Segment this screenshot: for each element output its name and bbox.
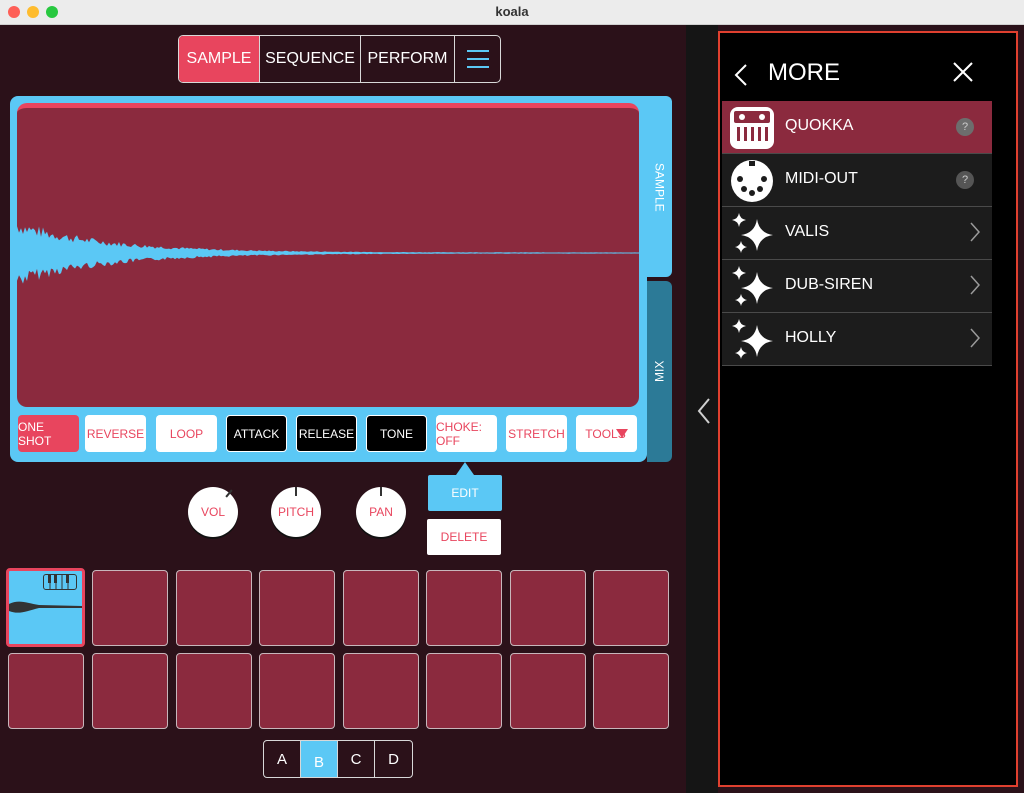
side-tab-sample-label: SAMPLE xyxy=(652,162,667,212)
sparkle-icon xyxy=(732,266,773,306)
tab-sample[interactable]: SAMPLE xyxy=(179,36,260,82)
more-title: MORE xyxy=(768,59,840,86)
bank-d[interactable]: D xyxy=(375,741,412,777)
side-tab-sample[interactable]: SAMPLE xyxy=(647,96,672,277)
tab-sequence[interactable]: SEQUENCE xyxy=(260,36,361,82)
delete-button[interactable]: DELETE xyxy=(427,519,501,555)
pitch-label: PITCH xyxy=(278,505,314,519)
list-item-label: VALIS xyxy=(785,223,830,240)
title-bar: koala xyxy=(0,0,1024,25)
tone-button[interactable]: TONE xyxy=(366,415,427,452)
bank-c[interactable]: C xyxy=(338,741,375,777)
choke-button[interactable]: CHOKE: OFF xyxy=(436,415,497,452)
pad-4[interactable] xyxy=(259,570,335,646)
stretch-button[interactable]: STRETCH xyxy=(506,415,567,452)
list-item-label: DUB-SIREN xyxy=(785,276,874,293)
pitch-knob[interactable]: PITCH xyxy=(271,487,321,537)
pad-15[interactable] xyxy=(510,653,586,729)
side-tab-mix[interactable]: MIX xyxy=(647,281,672,462)
pan-knob[interactable]: PAN xyxy=(356,487,406,537)
edit-button[interactable]: EDIT xyxy=(428,475,502,511)
pad-14[interactable] xyxy=(426,653,502,729)
list-item-holly[interactable]: HOLLY xyxy=(722,313,992,366)
pad-6[interactable] xyxy=(426,570,502,646)
main-area: SAMPLE SEQUENCE PERFORM SAMPLE MIX ONE S… xyxy=(0,25,686,793)
help-icon[interactable]: ? xyxy=(956,171,974,189)
more-list: QUOKKA ? MIDI-OUT ? VALIS DUB-SIREN HOLL… xyxy=(722,101,992,366)
pad-3[interactable] xyxy=(176,570,252,646)
release-button[interactable]: RELEASE xyxy=(296,415,357,452)
window-title: koala xyxy=(495,4,529,19)
pad-8[interactable] xyxy=(593,570,669,646)
sparkle-icon xyxy=(732,213,773,253)
pad-5[interactable] xyxy=(343,570,419,646)
pad-7[interactable] xyxy=(510,570,586,646)
waveform xyxy=(17,226,639,284)
list-item-dub-siren[interactable]: DUB-SIREN xyxy=(722,260,992,313)
close-icon[interactable] xyxy=(952,61,974,83)
more-header: MORE xyxy=(720,33,1016,103)
list-item-midi-out[interactable]: MIDI-OUT ? xyxy=(722,154,992,207)
waveform-display[interactable] xyxy=(17,103,639,407)
piano-icon xyxy=(730,107,774,149)
list-item-label: HOLLY xyxy=(785,329,837,346)
pad-11[interactable] xyxy=(176,653,252,729)
hamburger-icon xyxy=(466,50,489,68)
sparkle-icon xyxy=(732,319,773,359)
pan-label: PAN xyxy=(369,505,393,519)
chevron-right-icon xyxy=(970,275,980,295)
tab-perform[interactable]: PERFORM xyxy=(361,36,455,82)
tools-button[interactable]: TOOLS xyxy=(576,415,637,452)
pad-9[interactable] xyxy=(8,653,84,729)
mode-tabs: SAMPLE SEQUENCE PERFORM xyxy=(178,35,501,83)
knob-indicator xyxy=(225,489,233,498)
midi-plug-icon xyxy=(731,160,773,202)
pad-16[interactable] xyxy=(593,653,669,729)
dropdown-triangle-icon xyxy=(615,429,628,438)
list-item-label: MIDI-OUT xyxy=(785,170,858,187)
list-item-valis[interactable]: VALIS xyxy=(722,207,992,260)
sample-panel: SAMPLE MIX ONE SHOT REVERSE LOOP ATTACK … xyxy=(10,96,672,462)
pad-12[interactable] xyxy=(259,653,335,729)
back-chevron-icon[interactable] xyxy=(734,63,748,87)
knob-indicator xyxy=(295,487,297,496)
list-item-quokka[interactable]: QUOKKA ? xyxy=(722,101,992,154)
chevron-right-icon xyxy=(970,222,980,242)
more-panel: MORE QUOKKA ? MIDI-OUT ? VALIS DUB-SIREN… xyxy=(718,31,1018,787)
pad-10[interactable] xyxy=(92,653,168,729)
reverse-button[interactable]: REVERSE xyxy=(85,415,146,452)
one-shot-button[interactable]: ONE SHOT xyxy=(18,415,79,452)
side-tab-mix-label: MIX xyxy=(652,360,667,382)
vol-knob[interactable]: VOL xyxy=(188,487,238,537)
edit-pointer xyxy=(456,462,474,475)
collapse-panel-chevron-icon[interactable] xyxy=(696,397,712,425)
bank-b[interactable]: B xyxy=(301,741,338,777)
pad-waveform xyxy=(9,601,82,613)
sample-controls: ONE SHOT REVERSE LOOP ATTACK RELEASE TON… xyxy=(18,415,640,453)
pad-2[interactable] xyxy=(92,570,168,646)
knob-indicator xyxy=(380,487,382,496)
chevron-right-icon xyxy=(970,328,980,348)
bank-selector: A B C D xyxy=(263,740,413,778)
attack-button[interactable]: ATTACK xyxy=(226,415,287,452)
menu-button[interactable] xyxy=(455,36,500,82)
pad-13[interactable] xyxy=(343,653,419,729)
bank-a[interactable]: A xyxy=(264,741,301,777)
help-icon[interactable]: ? xyxy=(956,118,974,136)
loop-button[interactable]: LOOP xyxy=(156,415,217,452)
vol-label: VOL xyxy=(200,505,225,519)
pad-1[interactable] xyxy=(6,568,85,647)
list-item-label: QUOKKA xyxy=(785,117,854,134)
